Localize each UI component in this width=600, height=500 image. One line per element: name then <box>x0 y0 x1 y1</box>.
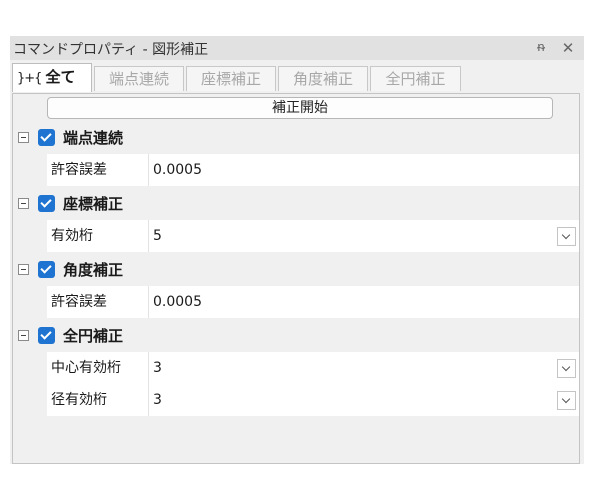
chevron-down-icon[interactable] <box>557 227 576 246</box>
tab-strip: }+{全て 端点連続 座標補正 角度補正 全円補正 <box>10 60 584 93</box>
row-gutter <box>13 286 47 318</box>
chevron-down-icon[interactable] <box>557 359 576 378</box>
collapse-icon[interactable] <box>18 330 29 341</box>
tab-label: 端点連続 <box>108 70 169 88</box>
fit-arrows-icon: }+{ <box>17 71 42 86</box>
property-name: 許容誤差 <box>47 154 149 186</box>
tab-label: 角度補正 <box>292 70 353 88</box>
row-gutter <box>13 384 47 416</box>
property-row: 中心有効桁 3 <box>13 352 579 384</box>
section-endpoint-continuity: 端点連続 <box>13 122 579 154</box>
section-checkbox[interactable] <box>38 261 55 278</box>
section-angle-correction: 角度補正 <box>13 254 579 286</box>
row-gutter <box>13 154 47 186</box>
row-gutter <box>13 352 47 384</box>
center-digits-select[interactable]: 3 <box>153 352 162 384</box>
chevron-down-icon[interactable] <box>557 391 576 410</box>
tab-coordinate-correction[interactable]: 座標補正 <box>186 66 276 91</box>
section-label: 角度補正 <box>63 261 124 279</box>
tab-endpoint-continuity[interactable]: 端点連続 <box>94 66 184 91</box>
section-coordinate-correction: 座標補正 <box>13 188 579 220</box>
property-name: 中心有効桁 <box>47 352 149 384</box>
section-checkbox[interactable] <box>38 195 55 212</box>
section-checkbox[interactable] <box>38 129 55 146</box>
collapse-icon[interactable] <box>18 264 29 275</box>
tab-label: 座標補正 <box>200 70 261 88</box>
collapse-icon[interactable] <box>18 198 29 209</box>
property-name: 径有効桁 <box>47 384 149 416</box>
property-row: 径有効桁 3 <box>13 384 579 416</box>
start-correction-button[interactable]: 補正開始 <box>47 97 553 119</box>
property-row: 有効桁 5 <box>13 220 579 252</box>
tab-angle-correction[interactable]: 角度補正 <box>278 66 368 91</box>
pin-icon[interactable]: ᵰ <box>531 36 551 60</box>
tolerance-input[interactable]: 0.0005 <box>153 286 202 318</box>
section-label: 端点連続 <box>63 129 124 147</box>
property-name: 有効桁 <box>47 220 149 252</box>
section-label: 全円補正 <box>63 327 124 345</box>
property-row: 許容誤差 0.0005 <box>13 154 579 186</box>
property-row: 許容誤差 0.0005 <box>13 286 579 318</box>
section-full-circle-correction: 全円補正 <box>13 320 579 352</box>
tab-full-circle-correction[interactable]: 全円補正 <box>370 66 461 91</box>
section-label: 座標補正 <box>63 195 124 213</box>
tab-label: 全円補正 <box>385 70 446 88</box>
tab-label: 全て <box>45 68 76 86</box>
close-icon[interactable]: ✕ <box>558 36 578 60</box>
command-properties-panel: コマンドプロパティ - 図形補正 ᵰ ✕ }+{全て 端点連続 座標補正 角度補… <box>10 36 584 464</box>
tab-all[interactable]: }+{全て <box>12 63 92 92</box>
title-bar: コマンドプロパティ - 図形補正 ᵰ ✕ <box>10 36 584 60</box>
collapse-icon[interactable] <box>18 132 29 143</box>
diameter-digits-select[interactable]: 3 <box>153 384 162 416</box>
significant-digits-select[interactable]: 5 <box>153 220 162 252</box>
row-gutter <box>13 220 47 252</box>
window-title: コマンドプロパティ - 図形補正 <box>13 42 209 58</box>
property-grid: 補正開始 端点連続 許容誤差 0.0005 座標補正 有効桁 5 角度補正 許容… <box>12 93 580 464</box>
section-checkbox[interactable] <box>38 327 55 344</box>
tolerance-input[interactable]: 0.0005 <box>153 154 202 186</box>
property-name: 許容誤差 <box>47 286 149 318</box>
